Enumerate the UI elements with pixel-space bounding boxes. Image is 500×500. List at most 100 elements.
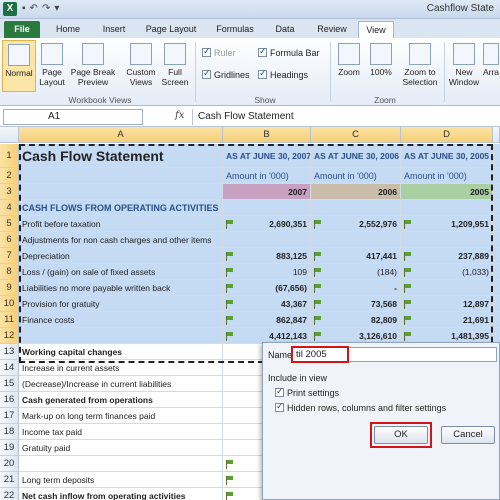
row-header[interactable]: 11 [0,312,19,328]
custom-views-button[interactable]: Custom Views [122,43,160,87]
row-header[interactable]: 18 [0,424,19,440]
cell-e5[interactable] [493,216,500,232]
cell-c6[interactable] [311,232,401,248]
cell-c4[interactable] [311,200,401,216]
cell-a9[interactable]: Liabilities no more payable written back [19,280,223,296]
row-header[interactable]: 20 [0,456,19,472]
gridlines-checkbox[interactable]: Gridlines [202,68,250,80]
cell-b8[interactable]: 109 [223,264,311,280]
cell-d9[interactable] [401,280,493,296]
error-flag-icon[interactable] [314,252,322,261]
column-header-d[interactable]: D [401,127,493,143]
row-header[interactable]: 8 [0,264,19,280]
tab-home[interactable]: Home [48,21,88,38]
cell-e11[interactable] [493,312,500,328]
name-box[interactable]: A1 [3,109,143,125]
cell-c3[interactable]: 2006 [311,184,401,200]
arrange-all-button[interactable]: Arra [482,43,500,77]
cell-c1[interactable]: AS AT JUNE 30, 2006 [311,144,401,168]
cell-e7[interactable] [493,248,500,264]
cell-a18[interactable]: Income tax paid [19,424,223,440]
cell-a17[interactable]: Mark-up on long term finances paid [19,408,223,424]
redo-icon[interactable]: ↷ [42,3,54,14]
cell-d5[interactable]: 1,209,951 [401,216,493,232]
cell-a16[interactable]: Cash generated from operations [19,392,223,408]
formula-bar-checkbox[interactable]: Formula Bar [258,46,320,58]
tab-page-layout[interactable]: Page Layout [140,21,202,38]
error-flag-icon[interactable] [226,300,234,309]
cell-d2[interactable]: Amount in '000) [401,168,493,184]
error-flag-icon[interactable] [226,460,234,469]
cancel-button[interactable]: Cancel [441,426,495,444]
error-flag-icon[interactable] [404,284,412,293]
customize-icon[interactable]: ▾ [54,3,63,14]
cell-c5[interactable]: 2,552,976 [311,216,401,232]
row-header[interactable]: 21 [0,472,19,488]
column-header-c[interactable]: C [311,127,401,143]
error-flag-icon[interactable] [404,220,412,229]
headings-checkbox[interactable]: Headings [258,68,308,80]
row-header[interactable]: 7 [0,248,19,264]
full-screen-button[interactable]: Full Screen [160,43,190,87]
cell-a11[interactable]: Finance costs [19,312,223,328]
cell-c9[interactable]: - [311,280,401,296]
row-header[interactable]: 4 [0,200,19,216]
cell-a6[interactable]: Adjustments for non cash charges and oth… [19,232,223,248]
undo-icon[interactable]: ↶ [30,3,42,14]
cell-a20[interactable] [19,456,223,472]
print-settings-checkbox[interactable]: Print settings [275,386,339,398]
cell-b5[interactable]: 2,690,351 [223,216,311,232]
row-header[interactable]: 12 [0,328,19,344]
cell-b7[interactable]: 883,125 [223,248,311,264]
row-header[interactable]: 10 [0,296,19,312]
error-flag-icon[interactable] [404,252,412,261]
cell-b2[interactable]: Amount in '000) [223,168,311,184]
error-flag-icon[interactable] [226,284,234,293]
row-header[interactable]: 2 [0,168,19,184]
cell-a8[interactable]: Loss / (gain) on sale of fixed assets [19,264,223,280]
fx-icon[interactable]: fx [175,110,184,121]
cell-d1[interactable]: AS AT JUNE 30, 2005 [401,144,493,168]
cell-a2[interactable] [19,168,223,184]
zoom-100-button[interactable]: 100% [366,43,396,77]
cell-e1[interactable] [493,144,500,168]
error-flag-icon[interactable] [314,316,322,325]
cell-d10[interactable]: 12,897 [401,296,493,312]
cell-a5[interactable]: Profit before taxation [19,216,223,232]
row-header[interactable]: 19 [0,440,19,456]
error-flag-icon[interactable] [404,316,412,325]
cell-b3[interactable]: 2007 [223,184,311,200]
row-header[interactable]: 13 [0,344,19,360]
row-header[interactable]: 9 [0,280,19,296]
cell-e3[interactable] [493,184,500,200]
cell-b6[interactable] [223,232,311,248]
row-header[interactable]: 14 [0,360,19,376]
column-header-b[interactable]: B [223,127,311,143]
cell-a15[interactable]: (Decrease)/Increase in current liabiliti… [19,376,223,392]
quick-access-toolbar[interactable]: ▪↶↷▾ [22,3,63,14]
cell-a3[interactable] [19,184,223,200]
column-header-a[interactable]: A [19,127,223,143]
cell-a22[interactable]: Net cash inflow from operating activitie… [19,488,223,500]
error-flag-icon[interactable] [226,252,234,261]
cell-e6[interactable] [493,232,500,248]
cell-e9[interactable] [493,280,500,296]
cell-e10[interactable] [493,296,500,312]
cell-a4[interactable]: CASH FLOWS FROM OPERATING ACTIVITIES [19,200,223,216]
cell-b9[interactable]: (67,656) [223,280,311,296]
error-flag-icon[interactable] [314,332,322,341]
error-flag-icon[interactable] [226,492,234,500]
error-flag-icon[interactable] [226,476,234,485]
cell-e2[interactable] [493,168,500,184]
cell-b11[interactable]: 862,847 [223,312,311,328]
row-header[interactable]: 1 [0,144,19,168]
error-flag-icon[interactable] [226,268,234,277]
row-header[interactable]: 16 [0,392,19,408]
row-header[interactable]: 5 [0,216,19,232]
tab-review[interactable]: Review [310,21,354,38]
cell-a19[interactable]: Gratuity paid [19,440,223,456]
excel-logo-icon[interactable]: X [3,2,17,16]
page-break-preview-button[interactable]: Page Break Preview [68,43,118,87]
error-flag-icon[interactable] [404,268,412,277]
cell-c8[interactable]: (184) [311,264,401,280]
